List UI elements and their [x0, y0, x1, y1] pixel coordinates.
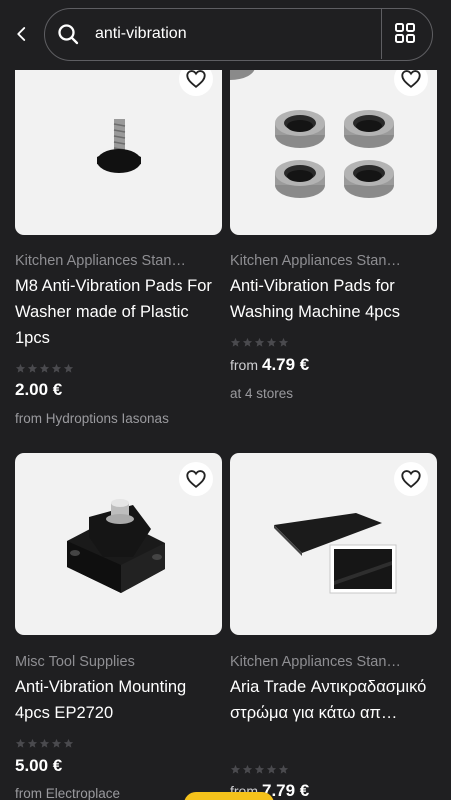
- grid-view-icon[interactable]: [393, 21, 417, 45]
- heart-icon: [401, 470, 421, 488]
- star-icon: [254, 764, 265, 774]
- favorite-button[interactable]: [394, 462, 428, 496]
- product-title[interactable]: Anti-Vibration Mounting 4pcs EP2720: [15, 674, 222, 726]
- star-icon: [63, 738, 74, 748]
- search-bar[interactable]: anti-vibration: [44, 8, 433, 61]
- product-category: Kitchen Appliances Stan…: [15, 253, 186, 269]
- star-icon: [15, 738, 26, 748]
- floating-action-pill[interactable]: [184, 792, 274, 800]
- back-button[interactable]: [8, 20, 36, 48]
- heart-icon: [186, 470, 206, 488]
- product-price: from 4.79 €: [230, 355, 309, 375]
- store-info[interactable]: from Hydroptions Iasonas: [15, 411, 169, 426]
- rating-stars: [230, 337, 290, 348]
- product-title[interactable]: M8 Anti-Vibration Pads For Washer made o…: [15, 273, 222, 351]
- store-info[interactable]: at 4 stores: [230, 386, 293, 401]
- product-title[interactable]: Aria Trade Αντικραδασμικό στρώμα για κάτ…: [230, 674, 437, 726]
- star-icon: [278, 337, 289, 347]
- star-icon: [51, 363, 62, 373]
- search-icon: [58, 24, 79, 45]
- back-arrow-icon: [17, 27, 26, 41]
- star-icon: [39, 738, 50, 748]
- star-icon: [63, 363, 74, 373]
- star-icon: [27, 738, 38, 748]
- price-value: 2.00 €: [15, 380, 63, 399]
- product-price: 2.00 €: [15, 380, 62, 400]
- star-icon: [230, 337, 241, 347]
- star-icon: [266, 764, 277, 774]
- product-image[interactable]: [15, 453, 222, 635]
- product-category: Kitchen Appliances Stan…: [230, 253, 401, 269]
- product-image[interactable]: [230, 453, 437, 635]
- star-icon: [242, 764, 253, 774]
- star-icon: [39, 363, 50, 373]
- product-category: Misc Tool Supplies: [15, 654, 135, 670]
- star-icon: [266, 337, 277, 347]
- rating-stars: [230, 764, 290, 775]
- search-divider: [381, 9, 382, 59]
- heart-icon: [186, 70, 206, 88]
- star-icon: [242, 337, 253, 347]
- star-icon: [278, 764, 289, 774]
- favorite-button[interactable]: [179, 462, 213, 496]
- price-value: 5.00 €: [15, 756, 63, 775]
- star-icon: [254, 337, 265, 347]
- top-bar: anti-vibration: [0, 0, 451, 70]
- product-title[interactable]: Anti-Vibration Pads for Washing Machine …: [230, 273, 437, 325]
- star-icon: [27, 363, 38, 373]
- product-price: 5.00 €: [15, 756, 62, 776]
- product-image[interactable]: [15, 57, 222, 235]
- star-icon: [230, 764, 241, 774]
- store-info[interactable]: from Electroplace: [15, 786, 120, 800]
- price-value: 4.79 €: [262, 355, 310, 374]
- heart-icon: [401, 70, 421, 88]
- rating-stars: [15, 363, 75, 374]
- product-image[interactable]: [230, 57, 437, 235]
- star-icon: [51, 738, 62, 748]
- rating-stars: [15, 738, 75, 749]
- star-icon: [15, 363, 26, 373]
- product-category: Kitchen Appliances Stan…: [230, 654, 401, 670]
- price-prefix: from: [230, 357, 258, 373]
- search-input[interactable]: anti-vibration: [95, 9, 187, 59]
